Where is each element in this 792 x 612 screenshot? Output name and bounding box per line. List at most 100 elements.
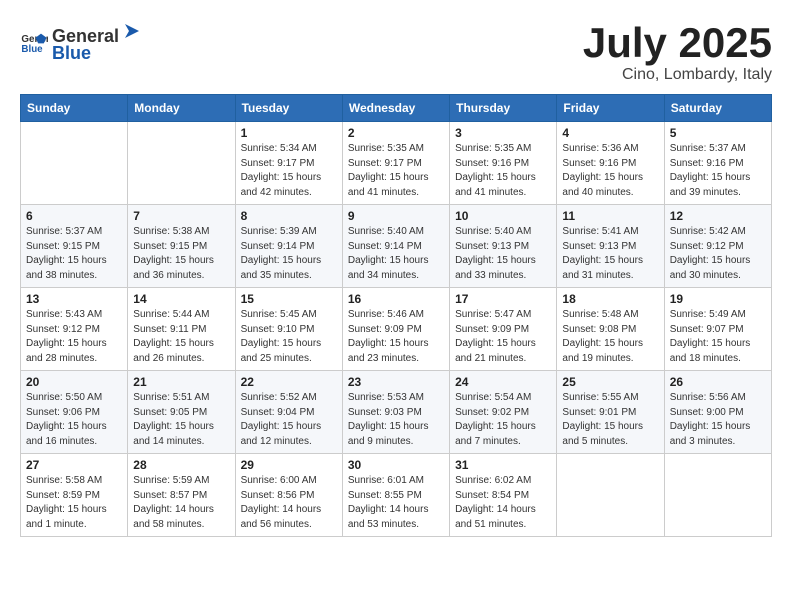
calendar-day-3: 3Sunrise: 5:35 AM Sunset: 9:16 PM Daylig… <box>450 122 557 205</box>
day-info: Sunrise: 5:41 AM Sunset: 9:13 PM Dayligh… <box>562 225 658 283</box>
day-number: 2 <box>348 126 444 140</box>
day-number: 22 <box>241 375 337 389</box>
calendar-empty-cell <box>128 122 235 205</box>
calendar-day-14: 14 Sunrise: 5:44 AM Sunset: 9:11 PM Dayli… <box>128 288 235 371</box>
calendar-day-30: 30Sunrise: 6:01 AM Sunset: 8:55 PM Dayli… <box>342 454 449 537</box>
day-info: Sunrise: 5:44 AM Sunset: 9:11 PM Dayligh… <box>133 308 229 366</box>
calendar-day-15: 15Sunrise: 5:45 AM Sunset: 9:10 PM Dayli… <box>235 288 342 371</box>
day-number: 11 <box>562 209 658 223</box>
calendar-day-10: 10 Sunrise: 5:40 AM Sunset: 9:13 PM Dayli… <box>450 205 557 288</box>
day-info: Sunrise: 5:40 AM Sunset: 9:13 PM Dayligh… <box>455 225 551 283</box>
calendar-day-21: 21 Sunrise: 5:51 AM Sunset: 9:05 PM Dayli… <box>128 371 235 454</box>
calendar-day-29: 29 Sunrise: 6:00 AM Sunset: 8:56 PM Dayli… <box>235 454 342 537</box>
calendar-day-20: 20Sunrise: 5:50 AM Sunset: 9:06 PM Dayli… <box>21 371 128 454</box>
calendar-day-11: 11 Sunrise: 5:41 AM Sunset: 9:13 PM Dayli… <box>557 205 664 288</box>
day-info: Sunrise: 5:36 AM Sunset: 9:16 PM Dayligh… <box>562 142 658 200</box>
day-number: 27 <box>26 458 122 472</box>
day-info: Sunrise: 5:43 AM Sunset: 9:12 PM Dayligh… <box>26 308 122 366</box>
day-number: 23 <box>348 375 444 389</box>
day-info: Sunrise: 5:58 AM Sunset: 8:59 PM Dayligh… <box>26 474 122 532</box>
weekday-header-saturday: Saturday <box>664 95 771 122</box>
weekday-header-sunday: Sunday <box>21 95 128 122</box>
calendar-day-25: 25 Sunrise: 5:55 AM Sunset: 9:01 PM Dayli… <box>557 371 664 454</box>
day-number: 13 <box>26 292 122 306</box>
day-number: 1 <box>241 126 337 140</box>
calendar-day-16: 16Sunrise: 5:46 AM Sunset: 9:09 PM Dayli… <box>342 288 449 371</box>
calendar-day-22: 22 Sunrise: 5:52 AM Sunset: 9:04 PM Dayli… <box>235 371 342 454</box>
svg-text:Blue: Blue <box>21 44 43 55</box>
calendar-day-27: 27 Sunrise: 5:58 AM Sunset: 8:59 PM Dayli… <box>21 454 128 537</box>
day-info: Sunrise: 5:47 AM Sunset: 9:09 PM Dayligh… <box>455 308 551 366</box>
day-number: 15 <box>241 292 337 306</box>
calendar-day-18: 18Sunrise: 5:48 AM Sunset: 9:08 PM Dayli… <box>557 288 664 371</box>
day-info: Sunrise: 5:39 AM Sunset: 9:14 PM Dayligh… <box>241 225 337 283</box>
day-info: Sunrise: 5:55 AM Sunset: 9:01 PM Dayligh… <box>562 391 658 449</box>
logo: General Blue General Blue <box>20 20 143 64</box>
day-number: 19 <box>670 292 766 306</box>
logo-arrow-icon <box>121 20 143 42</box>
day-number: 5 <box>670 126 766 140</box>
day-number: 10 <box>455 209 551 223</box>
calendar-week-row: 6 Sunrise: 5:37 AM Sunset: 9:15 PM Daylig… <box>21 205 772 288</box>
calendar-day-31: 31Sunrise: 6:02 AM Sunset: 8:54 PM Dayli… <box>450 454 557 537</box>
calendar-day-12: 12 Sunrise: 5:42 AM Sunset: 9:12 PM Dayli… <box>664 205 771 288</box>
day-info: Sunrise: 5:54 AM Sunset: 9:02 PM Dayligh… <box>455 391 551 449</box>
location-subtitle: Cino, Lombardy, Italy <box>583 66 772 84</box>
header: General Blue General Blue July 2025 Cino… <box>20 20 772 84</box>
day-number: 9 <box>348 209 444 223</box>
day-info: Sunrise: 5:35 AM Sunset: 9:17 PM Dayligh… <box>348 142 444 200</box>
day-number: 21 <box>133 375 229 389</box>
calendar-week-row: 20Sunrise: 5:50 AM Sunset: 9:06 PM Dayli… <box>21 371 772 454</box>
day-number: 8 <box>241 209 337 223</box>
calendar-day-28: 28Sunrise: 5:59 AM Sunset: 8:57 PM Dayli… <box>128 454 235 537</box>
day-info: Sunrise: 5:52 AM Sunset: 9:04 PM Dayligh… <box>241 391 337 449</box>
day-info: Sunrise: 5:37 AM Sunset: 9:15 PM Dayligh… <box>26 225 122 283</box>
day-info: Sunrise: 5:53 AM Sunset: 9:03 PM Dayligh… <box>348 391 444 449</box>
day-info: Sunrise: 5:49 AM Sunset: 9:07 PM Dayligh… <box>670 308 766 366</box>
calendar-day-26: 26 Sunrise: 5:56 AM Sunset: 9:00 PM Dayli… <box>664 371 771 454</box>
calendar-day-13: 13 Sunrise: 5:43 AM Sunset: 9:12 PM Dayli… <box>21 288 128 371</box>
day-info: Sunrise: 5:48 AM Sunset: 9:08 PM Dayligh… <box>562 308 658 366</box>
weekday-header-monday: Monday <box>128 95 235 122</box>
day-number: 4 <box>562 126 658 140</box>
calendar-day-6: 6 Sunrise: 5:37 AM Sunset: 9:15 PM Daylig… <box>21 205 128 288</box>
day-info: Sunrise: 6:02 AM Sunset: 8:54 PM Dayligh… <box>455 474 551 532</box>
day-info: Sunrise: 5:35 AM Sunset: 9:16 PM Dayligh… <box>455 142 551 200</box>
calendar-day-9: 9 Sunrise: 5:40 AM Sunset: 9:14 PM Daylig… <box>342 205 449 288</box>
calendar-empty-cell <box>664 454 771 537</box>
weekday-header-tuesday: Tuesday <box>235 95 342 122</box>
day-number: 16 <box>348 292 444 306</box>
calendar-day-19: 19 Sunrise: 5:49 AM Sunset: 9:07 PM Dayli… <box>664 288 771 371</box>
calendar-day-7: 7 Sunrise: 5:38 AM Sunset: 9:15 PM Daylig… <box>128 205 235 288</box>
day-info: Sunrise: 5:37 AM Sunset: 9:16 PM Dayligh… <box>670 142 766 200</box>
day-number: 30 <box>348 458 444 472</box>
day-number: 12 <box>670 209 766 223</box>
day-info: Sunrise: 6:00 AM Sunset: 8:56 PM Dayligh… <box>241 474 337 532</box>
day-info: Sunrise: 5:38 AM Sunset: 9:15 PM Dayligh… <box>133 225 229 283</box>
day-number: 25 <box>562 375 658 389</box>
calendar-day-4: 4 Sunrise: 5:36 AM Sunset: 9:16 PM Daylig… <box>557 122 664 205</box>
day-number: 24 <box>455 375 551 389</box>
day-info: Sunrise: 5:40 AM Sunset: 9:14 PM Dayligh… <box>348 225 444 283</box>
calendar-table: SundayMondayTuesdayWednesdayThursdayFrid… <box>20 94 772 537</box>
calendar-empty-cell <box>557 454 664 537</box>
weekday-header-row: SundayMondayTuesdayWednesdayThursdayFrid… <box>21 95 772 122</box>
day-number: 7 <box>133 209 229 223</box>
day-info: Sunrise: 5:56 AM Sunset: 9:00 PM Dayligh… <box>670 391 766 449</box>
calendar-week-row: 27 Sunrise: 5:58 AM Sunset: 8:59 PM Dayli… <box>21 454 772 537</box>
day-number: 26 <box>670 375 766 389</box>
day-info: Sunrise: 5:51 AM Sunset: 9:05 PM Dayligh… <box>133 391 229 449</box>
day-info: Sunrise: 5:42 AM Sunset: 9:12 PM Dayligh… <box>670 225 766 283</box>
day-number: 17 <box>455 292 551 306</box>
day-number: 6 <box>26 209 122 223</box>
month-year-title: July 2025 <box>583 20 772 66</box>
day-number: 14 <box>133 292 229 306</box>
weekday-header-thursday: Thursday <box>450 95 557 122</box>
logo-icon: General Blue <box>20 28 48 56</box>
calendar-day-24: 24 Sunrise: 5:54 AM Sunset: 9:02 PM Dayli… <box>450 371 557 454</box>
day-number: 29 <box>241 458 337 472</box>
calendar-day-1: 1 Sunrise: 5:34 AM Sunset: 9:17 PM Daylig… <box>235 122 342 205</box>
day-info: Sunrise: 5:50 AM Sunset: 9:06 PM Dayligh… <box>26 391 122 449</box>
day-info: Sunrise: 5:34 AM Sunset: 9:17 PM Dayligh… <box>241 142 337 200</box>
calendar-day-8: 8 Sunrise: 5:39 AM Sunset: 9:14 PM Daylig… <box>235 205 342 288</box>
